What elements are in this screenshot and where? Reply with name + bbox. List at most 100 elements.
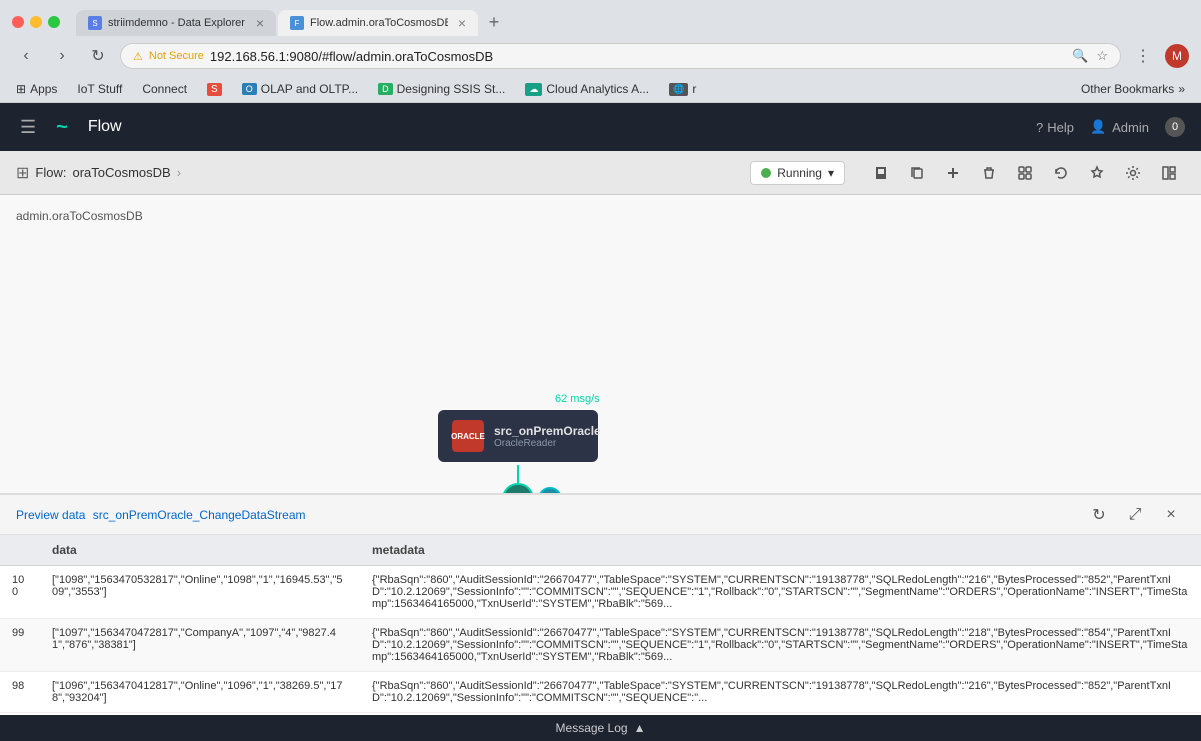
toolbar-icons: [865, 157, 1185, 189]
admin-button[interactable]: 👤 Admin: [1090, 119, 1149, 135]
tab-icon-flow: F: [290, 16, 304, 30]
bookmark-cloud[interactable]: ☁ Cloud Analytics A...: [521, 80, 653, 98]
bookmark-olap[interactable]: O OLAP and OLTP...: [238, 80, 362, 98]
extensions-button[interactable]: ⋮: [1129, 42, 1157, 70]
flow-toolbar: ⊞ Flow: oraToCosmosDB › Running ▾: [0, 151, 1201, 195]
tab-label-flow: Flow.admin.oraToCosmosDB: [310, 17, 448, 29]
source-node-name: src_onPremOracle: [494, 424, 601, 438]
tab-close-flow[interactable]: ×: [458, 16, 466, 30]
minimize-window-button[interactable]: [30, 16, 42, 28]
tab-close-striim[interactable]: ×: [256, 16, 264, 30]
browser-window-controls[interactable]: [12, 16, 60, 28]
preview-panel: Preview data src_onPremOracle_ChangeData…: [0, 493, 1201, 715]
bookmark-connect-label: Connect: [142, 82, 187, 96]
status-label: Running: [777, 166, 822, 180]
address-text: 192.168.56.1:9080/#flow/admin.oraToCosmo…: [210, 49, 493, 64]
copy-button[interactable]: [901, 157, 933, 189]
expand-button[interactable]: ⤢: [1121, 501, 1149, 529]
rate-top: 62 msg/s: [555, 393, 600, 405]
tab-icon-striim: S: [88, 16, 102, 30]
new-tab-button[interactable]: +: [480, 8, 508, 36]
preview-table: data metadata 100 ["1098","1563470532817…: [0, 535, 1201, 713]
message-log-bar[interactable]: Message Log ▲: [0, 715, 1201, 741]
message-log-expand-icon: ▲: [634, 721, 646, 735]
app-title: Flow: [88, 118, 1020, 136]
bookmark-r[interactable]: 🌐 r: [665, 80, 700, 98]
other-bookmarks-label: Other Bookmarks: [1081, 82, 1174, 96]
preview-actions: ↻ ⤢ ×: [1085, 501, 1185, 529]
bookmark-connect[interactable]: Connect: [138, 80, 191, 98]
source-node-text: src_onPremOracle OracleReader: [494, 424, 601, 449]
preview-stream-name: src_onPremOracle_ChangeDataStream: [93, 508, 306, 522]
row-data: ["1096","1563470412817","Online","1096",…: [40, 672, 360, 713]
profile-icon[interactable]: M: [1165, 44, 1189, 68]
close-window-button[interactable]: [12, 16, 24, 28]
row-num: 98: [0, 672, 40, 713]
col-header-metadata: metadata: [360, 535, 1201, 566]
tab-striim-demo[interactable]: S striimdemno - Data Explorer - M... ×: [76, 10, 276, 36]
address-bar[interactable]: ⚠ Not Secure 192.168.56.1:9080/#flow/adm…: [120, 43, 1121, 69]
save-button[interactable]: [865, 157, 897, 189]
help-label: Help: [1047, 120, 1074, 135]
preview-table-wrapper[interactable]: data metadata 100 ["1098","1563470532817…: [0, 535, 1201, 715]
add-button[interactable]: [937, 157, 969, 189]
bookmark-star-icon[interactable]: ☆: [1096, 48, 1108, 64]
browser-toolbar-icons: M: [1165, 44, 1189, 68]
preview-title-prefix: Preview data: [16, 508, 85, 522]
bookmark-iot-label: IoT Stuff: [77, 82, 122, 96]
table-row: 99 ["1097","1563470472817","CompanyA","1…: [0, 619, 1201, 672]
app-logo: ~: [56, 116, 68, 139]
close-preview-button[interactable]: ×: [1157, 501, 1185, 529]
bookmark-ssis-icon: D: [378, 83, 393, 95]
source-node[interactable]: ORACLE src_onPremOracle OracleReader: [438, 410, 598, 462]
bookmarks-bar: ⊞ Apps IoT Stuff Connect S O OLAP and OL…: [0, 76, 1201, 103]
row-metadata: {"RbaSqn":"860","AuditSessionId":"266704…: [360, 619, 1201, 672]
processor-group: [502, 483, 558, 493]
reload-button[interactable]: ↻: [84, 42, 112, 70]
other-bookmarks[interactable]: Other Bookmarks »: [1077, 80, 1189, 98]
preview-header: Preview data src_onPremOracle_ChangeData…: [0, 495, 1201, 535]
notification-badge[interactable]: 0: [1165, 117, 1185, 137]
flow-canvas: admin.oraToCosmosDB 62 msg/s ORACLE src_…: [0, 195, 1201, 493]
preview-eye-button[interactable]: [538, 487, 562, 493]
admin-label: Admin: [1112, 120, 1149, 135]
browser-chrome: S striimdemno - Data Explorer - M... × F…: [0, 0, 1201, 103]
bookmark-apps[interactable]: ⊞ Apps: [12, 80, 61, 98]
other-bookmarks-icon: »: [1178, 82, 1185, 96]
header-actions: ? Help 👤 Admin 0: [1036, 117, 1185, 137]
maximize-window-button[interactable]: [48, 16, 60, 28]
status-indicator[interactable]: Running ▾: [750, 161, 845, 185]
layout-button[interactable]: [1153, 157, 1185, 189]
sidebar-toggle-button[interactable]: ☰: [16, 113, 40, 142]
app: ☰ ~ Flow ? Help 👤 Admin 0 ⊞ Flow: oraToC…: [0, 103, 1201, 741]
bookmark-iot[interactable]: IoT Stuff: [73, 80, 126, 98]
preview-table-body: 100 ["1098","1563470532817","Online","10…: [0, 566, 1201, 713]
settings-button[interactable]: [1117, 157, 1149, 189]
search-icon[interactable]: 🔍: [1072, 48, 1088, 64]
help-button[interactable]: ? Help: [1036, 120, 1074, 135]
oracle-icon: ORACLE: [452, 420, 484, 452]
tab-flow[interactable]: F Flow.admin.oraToCosmosDB ×: [278, 10, 478, 36]
table-row: 100 ["1098","1563470532817","Online","10…: [0, 566, 1201, 619]
bookmark-ssis[interactable]: D Designing SSIS St...: [374, 80, 509, 98]
processor-node[interactable]: [502, 483, 534, 493]
back-button[interactable]: ‹: [12, 42, 40, 70]
row-data: ["1098","1563470532817","Online","1098",…: [40, 566, 360, 619]
col-header-data: data: [40, 535, 360, 566]
bookmark-s[interactable]: S: [203, 81, 226, 98]
bookmark-s-icon: S: [207, 83, 222, 96]
help-icon: ?: [1036, 120, 1043, 135]
col-header-num: [0, 535, 40, 566]
alert-button[interactable]: [1081, 157, 1113, 189]
table-header-row: data metadata: [0, 535, 1201, 566]
delete-button[interactable]: [973, 157, 1005, 189]
forward-button[interactable]: ›: [48, 42, 76, 70]
refresh-button[interactable]: ↻: [1085, 501, 1113, 529]
breadcrumb-flow-icon: ⊞: [16, 163, 29, 183]
bookmark-cloud-label: Cloud Analytics A...: [546, 82, 649, 96]
browser-titlebar: S striimdemno - Data Explorer - M... × F…: [0, 0, 1201, 36]
undo-button[interactable]: [1045, 157, 1077, 189]
deploy-button[interactable]: [1009, 157, 1041, 189]
security-label: Not Secure: [149, 50, 204, 62]
row-metadata: {"RbaSqn":"860","AuditSessionId":"266704…: [360, 566, 1201, 619]
